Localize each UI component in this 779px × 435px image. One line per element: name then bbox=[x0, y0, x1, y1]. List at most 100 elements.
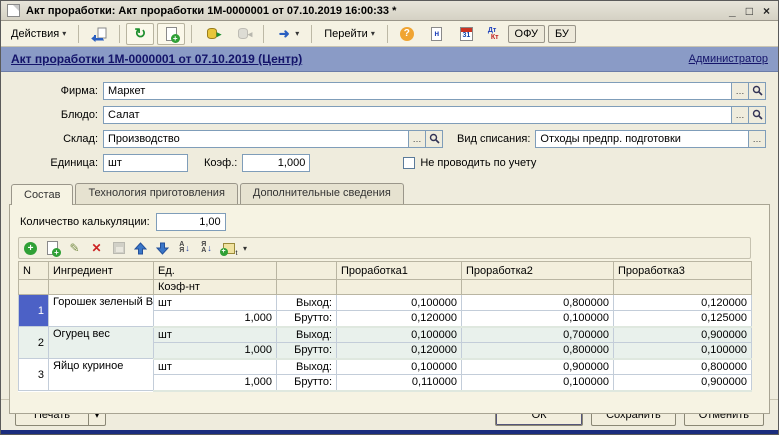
no-posting-checkbox[interactable] bbox=[403, 157, 415, 169]
col-coef[interactable]: Коэф-нт bbox=[154, 280, 277, 295]
col-num[interactable]: N bbox=[19, 262, 49, 280]
output-value-cell[interactable]: 0,100000 bbox=[337, 327, 462, 343]
delete-icon: ✕ bbox=[91, 241, 101, 255]
col-unit[interactable]: Ед. bbox=[154, 262, 277, 280]
actions-menu-button[interactable]: Действия ▾ bbox=[5, 25, 72, 43]
pick-button[interactable]: +t bbox=[221, 241, 236, 256]
calendar-icon: 31 bbox=[460, 27, 473, 41]
col-ingredient[interactable]: Ингредиент bbox=[49, 262, 154, 280]
minimize-button[interactable]: _ bbox=[729, 4, 736, 18]
gross-value-cell[interactable]: 0,110000 bbox=[337, 375, 462, 391]
ingredients-table: N Ингредиент Ед. Проработка1 Проработка2… bbox=[18, 261, 752, 392]
firm-field[interactable]: Маркет bbox=[103, 82, 732, 100]
user-link[interactable]: Администратор bbox=[689, 53, 768, 65]
firm-magnifier-button[interactable] bbox=[749, 82, 766, 100]
output-value-cell[interactable]: 0,900000 bbox=[462, 359, 614, 375]
writeoff-field[interactable]: Отходы предпр. подготовки bbox=[535, 130, 749, 148]
copy-row-button[interactable]: + bbox=[45, 241, 60, 256]
output-value-cell[interactable]: 0,120000 bbox=[614, 295, 752, 311]
coef-field[interactable]: 1,000 bbox=[242, 154, 310, 172]
help-icon: ? bbox=[400, 27, 414, 41]
output-button[interactable]: ➜ ▾ bbox=[270, 23, 305, 45]
goto-menu-button[interactable]: Перейти ▾ bbox=[318, 25, 381, 43]
chevron-down-icon: ▾ bbox=[62, 29, 66, 38]
bu-toggle-button[interactable]: БУ bbox=[548, 25, 576, 43]
gross-label-cell[interactable]: Брутто: bbox=[277, 343, 337, 359]
unit-cell[interactable]: шт bbox=[154, 295, 277, 311]
copy-document-button[interactable]: + bbox=[157, 23, 185, 45]
ingredient-cell[interactable]: Огурец вес bbox=[49, 327, 154, 359]
move-down-button[interactable] bbox=[155, 241, 170, 256]
gross-value-cell[interactable]: 0,120000 bbox=[337, 311, 462, 327]
save-close-button[interactable] bbox=[85, 23, 113, 45]
calendar-button[interactable]: 31 bbox=[454, 24, 479, 44]
warehouse-ellipsis-button[interactable]: … bbox=[409, 130, 426, 148]
gross-value-cell[interactable]: 0,800000 bbox=[462, 343, 614, 359]
output-label-cell[interactable]: Выход: bbox=[277, 327, 337, 343]
separator bbox=[311, 25, 312, 43]
chevron-down-icon[interactable]: ▾ bbox=[243, 244, 247, 253]
report-structure-button[interactable]: н bbox=[423, 23, 451, 45]
output-label-cell[interactable]: Выход: bbox=[277, 295, 337, 311]
row-number-cell[interactable]: 3 bbox=[19, 359, 49, 391]
sort-desc-button[interactable]: ЯА ↓ bbox=[199, 241, 214, 256]
gross-value-cell[interactable]: 0,900000 bbox=[614, 375, 752, 391]
add-row-button[interactable]: + bbox=[23, 241, 38, 256]
coef-cell[interactable]: 1,000 bbox=[154, 311, 277, 327]
output-value-cell[interactable]: 0,900000 bbox=[614, 327, 752, 343]
unpost-document-button[interactable]: ◂ bbox=[229, 23, 257, 45]
no-posting-label: Не проводить по учету bbox=[420, 157, 536, 169]
post-document-button[interactable]: ▸ bbox=[198, 23, 226, 45]
coef-cell[interactable]: 1,000 bbox=[154, 375, 277, 391]
sort-asc-button[interactable]: АЯ ↓ bbox=[177, 241, 192, 256]
move-up-button[interactable] bbox=[133, 241, 148, 256]
output-value-cell[interactable]: 0,100000 bbox=[337, 295, 462, 311]
output-label-cell[interactable]: Выход: bbox=[277, 359, 337, 375]
dish-ellipsis-button[interactable]: … bbox=[732, 106, 749, 124]
gross-label-cell[interactable]: Брутто: bbox=[277, 375, 337, 391]
tab-additional[interactable]: Дополнительные сведения bbox=[240, 183, 404, 204]
ofu-toggle-button[interactable]: ОФУ bbox=[508, 25, 545, 43]
calc-qty-field[interactable]: 1,00 bbox=[156, 213, 226, 231]
sort-asc-letters: АЯ bbox=[179, 242, 184, 254]
writeoff-ellipsis-button[interactable]: … bbox=[749, 130, 766, 148]
output-value-cell[interactable]: 0,100000 bbox=[337, 359, 462, 375]
refresh-button[interactable]: ↻ bbox=[126, 23, 154, 45]
coef-cell[interactable]: 1,000 bbox=[154, 343, 277, 359]
col-workout3[interactable]: Проработка3 bbox=[614, 262, 752, 280]
gross-label-cell[interactable]: Брутто: bbox=[277, 311, 337, 327]
row-number-cell[interactable]: 2 bbox=[19, 327, 49, 359]
output-value-cell[interactable]: 0,700000 bbox=[462, 327, 614, 343]
tab-sostav[interactable]: Состав bbox=[11, 184, 73, 205]
delete-row-button[interactable]: ✕ bbox=[89, 241, 104, 256]
col-workout1[interactable]: Проработка1 bbox=[337, 262, 462, 280]
output-value-cell[interactable]: 0,800000 bbox=[462, 295, 614, 311]
gross-value-cell[interactable]: 0,100000 bbox=[462, 311, 614, 327]
firm-ellipsis-button[interactable]: … bbox=[732, 82, 749, 100]
close-button[interactable]: × bbox=[763, 4, 770, 18]
unit-field[interactable]: шт bbox=[103, 154, 188, 172]
end-edit-button[interactable] bbox=[111, 241, 126, 256]
output-value-cell[interactable]: 0,800000 bbox=[614, 359, 752, 375]
gross-value-cell[interactable]: 0,100000 bbox=[614, 343, 752, 359]
unit-cell[interactable]: шт bbox=[154, 359, 277, 375]
gross-value-cell[interactable]: 0,100000 bbox=[462, 375, 614, 391]
grid-command-bar: + + ✎ ✕ АЯ ↓ ЯА ↓ bbox=[18, 237, 751, 259]
gross-value-cell[interactable]: 0,120000 bbox=[337, 343, 462, 359]
ingredient-cell[interactable]: Горошек зеленый Bonduelle 200г bbox=[49, 295, 154, 327]
warehouse-field[interactable]: Производство bbox=[103, 130, 409, 148]
edit-row-button[interactable]: ✎ bbox=[67, 241, 82, 256]
dtkt-button[interactable]: ДтКт bbox=[482, 24, 505, 44]
col-workout2[interactable]: Проработка2 bbox=[462, 262, 614, 280]
unit-cell[interactable]: шт bbox=[154, 327, 277, 343]
row-number-cell[interactable]: 1 bbox=[19, 295, 49, 327]
dish-magnifier-button[interactable] bbox=[749, 106, 766, 124]
ingredient-cell[interactable]: Яйцо куриное bbox=[49, 359, 154, 391]
tab-technology[interactable]: Технология приготовления bbox=[75, 183, 237, 204]
warehouse-magnifier-button[interactable] bbox=[426, 130, 443, 148]
help-button[interactable]: ? bbox=[394, 24, 420, 44]
gross-value-cell[interactable]: 0,125000 bbox=[614, 311, 752, 327]
magnifier-icon bbox=[752, 85, 763, 96]
dish-field[interactable]: Салат bbox=[103, 106, 732, 124]
maximize-button[interactable]: □ bbox=[746, 4, 753, 18]
